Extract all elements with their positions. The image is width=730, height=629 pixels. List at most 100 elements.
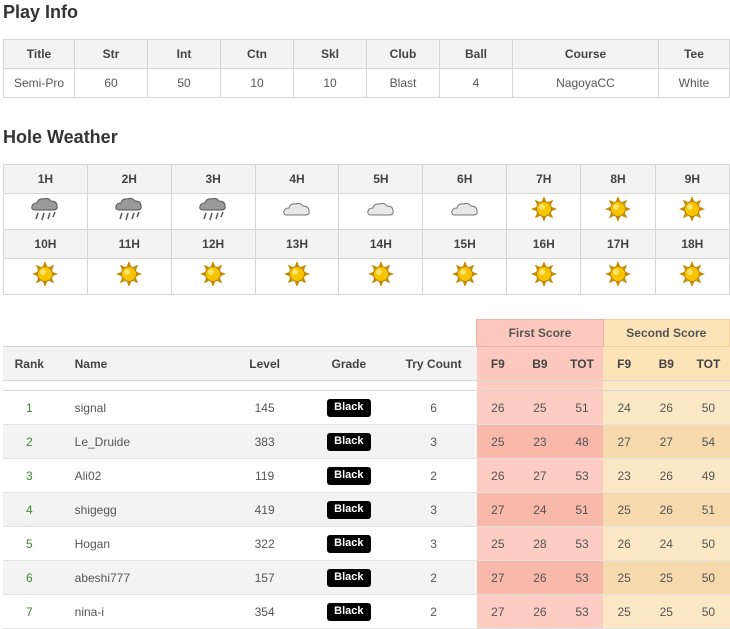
second-f9-cell: 25 <box>603 560 646 595</box>
weather-icon-cell <box>422 193 508 230</box>
grade-cell: Black <box>307 594 391 629</box>
second-f9-cell: 27 <box>603 424 646 459</box>
col-level[interactable]: Level <box>221 346 308 381</box>
cloud-icon <box>449 197 481 226</box>
player-name[interactable]: Ali02 <box>55 458 222 493</box>
second-tot-cell: 49 <box>687 458 730 493</box>
hole-weather-table: 1H 2H 3H 4H 5H 6H 7H 8H 9H 10H 11H 12H 13H 14H 15H 16H 1… <box>3 164 730 295</box>
grade-badge: Black <box>327 568 371 587</box>
grade-badge: Black <box>327 500 371 519</box>
try-count-cell: 3 <box>390 492 477 527</box>
weather-hole-label: 2H <box>86 164 172 194</box>
second-tot-cell: 50 <box>687 560 730 595</box>
try-count-cell: 3 <box>390 526 477 561</box>
hole-weather-heading: Hole Weather <box>3 127 118 147</box>
second-f9-cell: 25 <box>603 492 646 527</box>
first-tot-cell: 53 <box>560 560 604 595</box>
weather-hole-label: 3H <box>170 164 256 194</box>
try-count-cell: 2 <box>390 458 477 493</box>
play-header-title: Title <box>3 39 75 69</box>
score-group-header-row: First Score Second Score <box>3 319 730 347</box>
player-name[interactable]: nina-i <box>55 594 222 629</box>
player-name[interactable]: shigegg <box>55 492 222 527</box>
second-score-header: Second Score <box>602 319 730 347</box>
play-value-tee: White <box>658 68 730 98</box>
sun-icon <box>367 260 395 293</box>
grade-cell: Black <box>307 492 391 527</box>
weather-icon-cell <box>580 193 656 230</box>
grade-cell: Black <box>307 424 391 459</box>
col-name[interactable]: Name <box>55 346 222 381</box>
col-second-tot[interactable]: TOT <box>687 346 730 381</box>
second-tot-cell: 50 <box>687 390 730 425</box>
second-b9-cell: 27 <box>645 424 688 459</box>
sun-icon <box>31 260 59 293</box>
col-grade[interactable]: Grade <box>307 346 391 381</box>
weather-hole-label: 14H <box>338 229 424 259</box>
play-value-int: 50 <box>147 68 221 98</box>
rank-cell: 6 <box>3 560 56 595</box>
cloud-icon <box>365 197 397 226</box>
ranking-row: 2 Le_Druide 383 Black 3 25 23 48 27 27 54 <box>3 424 730 459</box>
first-b9-cell: 26 <box>518 560 561 595</box>
play-header-ctn: Ctn <box>220 39 294 69</box>
weather-icon-cell <box>86 258 172 295</box>
weather-hole-row: 10H 11H 12H 13H 14H 15H 16H 17H 18H <box>3 229 730 259</box>
col-rank[interactable]: Rank <box>3 346 56 381</box>
play-header-ball: Ball <box>439 39 513 69</box>
col-second-f9[interactable]: F9 <box>603 346 646 381</box>
ranking-row: 4 shigegg 419 Black 3 27 24 51 25 26 51 <box>3 492 730 527</box>
weather-icon-row <box>3 193 730 230</box>
first-tot-cell: 51 <box>560 390 604 425</box>
play-header-int: Int <box>147 39 221 69</box>
weather-icon-cell <box>254 258 340 295</box>
play-header-skl: Skl <box>293 39 367 69</box>
play-header-tee: Tee <box>658 39 730 69</box>
first-f9-cell: 27 <box>476 492 519 527</box>
second-tot-cell: 50 <box>687 594 730 629</box>
col-try-count[interactable]: Try Count <box>390 346 477 381</box>
col-first-f9[interactable]: F9 <box>476 346 519 381</box>
play-value-title: Semi-Pro <box>3 68 75 98</box>
grade-badge: Black <box>327 432 371 451</box>
player-name[interactable]: abeshi777 <box>55 560 222 595</box>
weather-icon-cell <box>338 258 424 295</box>
second-tot-cell: 51 <box>687 492 730 527</box>
rank-cell: 5 <box>3 526 56 561</box>
first-b9-cell: 23 <box>518 424 561 459</box>
first-tot-cell: 53 <box>560 594 604 629</box>
weather-hole-label: 5H <box>338 164 424 194</box>
col-first-b9[interactable]: B9 <box>518 346 561 381</box>
rank-cell: 3 <box>3 458 56 493</box>
player-name[interactable]: Le_Druide <box>55 424 222 459</box>
weather-hole-label: 18H <box>654 229 730 259</box>
first-b9-cell: 27 <box>518 458 561 493</box>
play-value-club: Blast <box>366 68 440 98</box>
sun-icon <box>115 260 143 293</box>
weather-icon-cell <box>86 193 172 230</box>
second-f9-cell: 25 <box>603 594 646 629</box>
second-f9-cell: 23 <box>603 458 646 493</box>
weather-hole-row: 1H 2H 3H 4H 5H 6H 7H 8H 9H <box>3 164 730 194</box>
player-name[interactable]: Hogan <box>55 526 222 561</box>
weather-icon-cell <box>170 193 256 230</box>
group-header-blank <box>3 320 477 347</box>
player-name[interactable]: signal <box>55 390 222 425</box>
rain-cloud-icon <box>29 195 61 228</box>
weather-hole-label: 6H <box>422 164 508 194</box>
col-first-tot[interactable]: TOT <box>560 346 604 381</box>
rain-cloud-icon <box>113 195 145 228</box>
first-b9-cell: 28 <box>518 526 561 561</box>
weather-icon-cell <box>422 258 508 295</box>
col-second-b9[interactable]: B9 <box>645 346 688 381</box>
weather-icon-cell <box>580 258 656 295</box>
grade-cell: Black <box>307 526 391 561</box>
sun-icon <box>530 195 558 228</box>
first-tot-cell: 53 <box>560 458 604 493</box>
play-info-heading: Play Info <box>3 2 79 22</box>
first-score-header: First Score <box>476 319 604 347</box>
weather-hole-label: 1H <box>3 164 88 194</box>
first-f9-cell: 27 <box>476 594 519 629</box>
try-count-cell: 3 <box>390 424 477 459</box>
rank-cell: 7 <box>3 594 56 629</box>
